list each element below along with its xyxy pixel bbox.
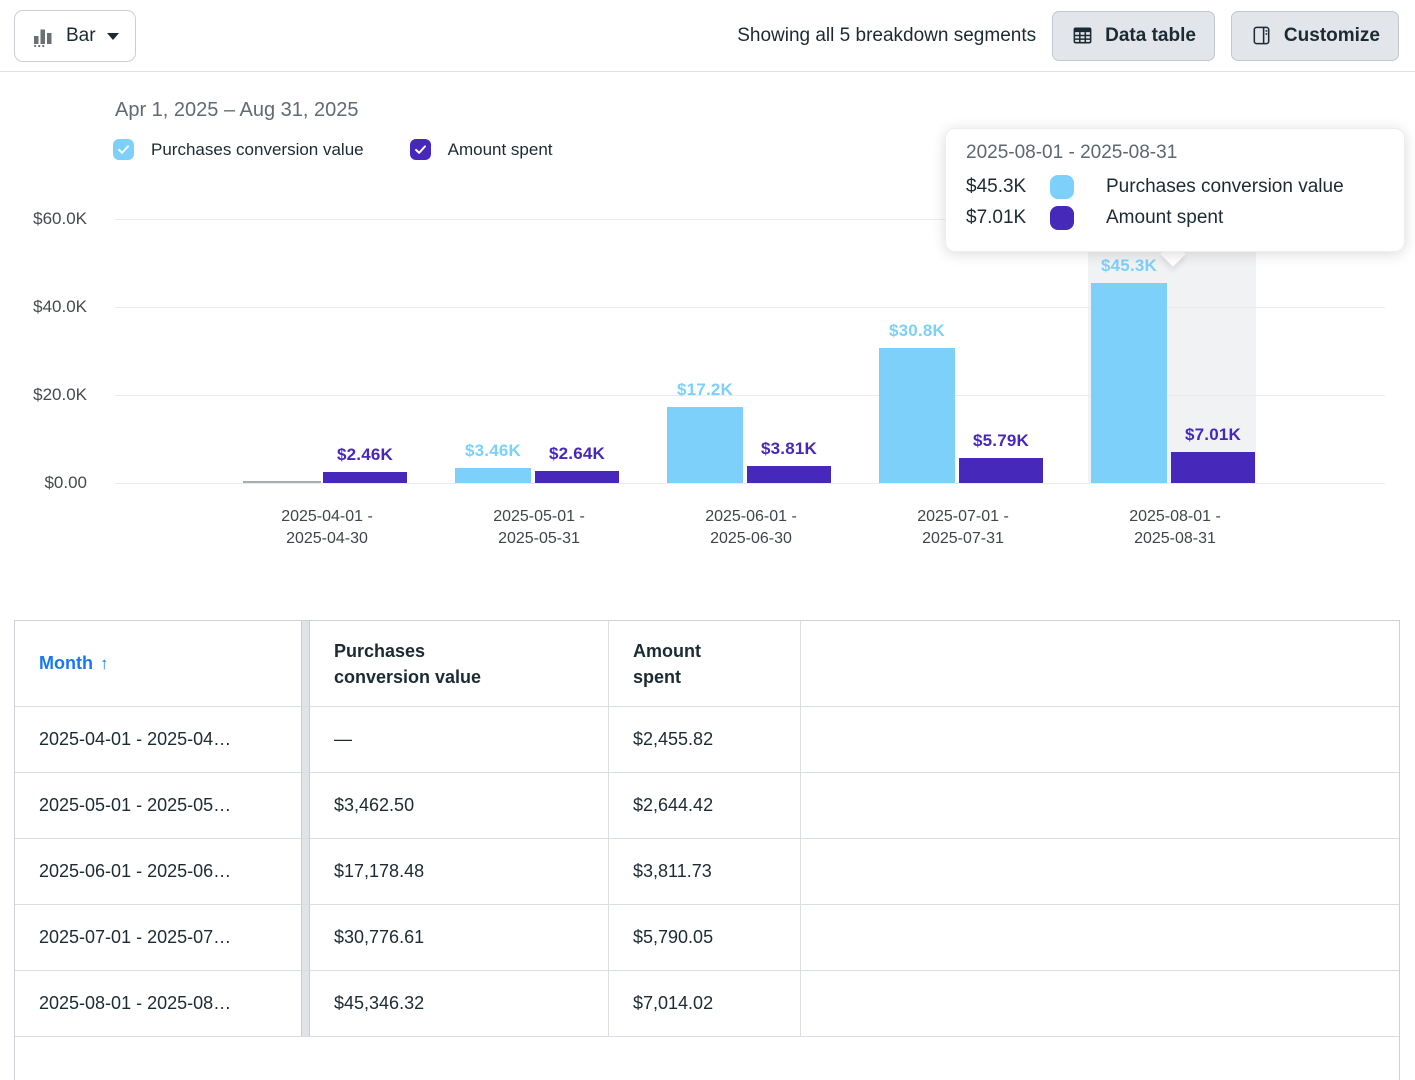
- cell-empty: [800, 971, 1399, 1037]
- y-axis-tick-label: $40.0K: [0, 297, 87, 317]
- purchases-conversion-value-bar[interactable]: [1091, 283, 1167, 483]
- cell-amount-spent: $5,790.05: [608, 905, 800, 971]
- bar-value-label: $30.8K: [852, 321, 982, 341]
- x-axis-category-label: 2025-07-01 - 2025-07-31: [857, 506, 1069, 550]
- bar-value-label: $3.81K: [724, 439, 854, 459]
- purchases-conversion-value-bar[interactable]: [879, 348, 955, 483]
- series-swatch: [1050, 175, 1074, 199]
- amount-spent-bar[interactable]: [747, 466, 831, 483]
- breakdown-status-text: Showing all 5 breakdown segments: [737, 25, 1036, 47]
- x-axis-category-label: 2025-06-01 - 2025-06-30: [645, 506, 857, 550]
- bar-value-label: $2.64K: [512, 444, 642, 464]
- tooltip-value: $45.3K: [966, 176, 1050, 198]
- column-resize-handle[interactable]: [301, 773, 310, 839]
- amount-spent-bar[interactable]: [1171, 452, 1255, 483]
- cell-amount-spent: $3,811.73: [608, 839, 800, 905]
- ads-insights-chart-page: { "toolbar": { "chart_type": {"label": "…: [0, 0, 1415, 1080]
- bar-value-label: $7.01K: [1148, 425, 1278, 445]
- y-axis-tick-label: $0.00: [0, 473, 87, 493]
- x-axis-category-label: 2025-04-01 - 2025-04-30: [221, 506, 433, 550]
- column-resize-handle[interactable]: [301, 839, 310, 905]
- tooltip-value: $7.01K: [966, 207, 1050, 229]
- amount-spent-bar[interactable]: [535, 471, 619, 483]
- tooltip-series-label: Amount spent: [1106, 207, 1223, 229]
- chart-type-dropdown[interactable]: Bar: [14, 10, 136, 62]
- bar-value-label: $2.46K: [300, 445, 430, 465]
- tooltip-title: 2025-08-01 - 2025-08-31: [966, 142, 1384, 164]
- column-resize-handle[interactable]: [301, 707, 310, 773]
- tooltip-series-label: Purchases conversion value: [1106, 176, 1344, 198]
- sort-ascending-icon: ↑: [100, 654, 109, 674]
- gridline: [115, 307, 1385, 308]
- column-resize-handle[interactable]: [301, 621, 310, 707]
- amount-spent-bar[interactable]: [959, 458, 1043, 483]
- column-resize-handle[interactable]: [301, 971, 310, 1037]
- bar-chart-icon: [31, 24, 55, 48]
- cell-purchases-conversion-value: $17,178.48: [310, 839, 608, 905]
- table-grid-icon: [1071, 24, 1094, 47]
- column-resize-handle[interactable]: [301, 905, 310, 971]
- bar-value-label: $5.79K: [936, 431, 1066, 451]
- series-swatch: [1050, 206, 1074, 230]
- customize-panel-icon: [1250, 24, 1273, 47]
- gridline: [115, 483, 1385, 484]
- column-header-month[interactable]: Month ↑: [15, 621, 301, 707]
- column-header-purchases-conversion-value[interactable]: Purchases conversion value: [310, 621, 608, 707]
- chevron-down-icon: [107, 33, 119, 40]
- x-axis-category-label: 2025-05-01 - 2025-05-31: [433, 506, 645, 550]
- chart-type-label: Bar: [66, 25, 96, 47]
- bar-value-label: $17.2K: [640, 380, 770, 400]
- cell-purchases-conversion-value: $3,462.50: [310, 773, 608, 839]
- cell-amount-spent: $7,014.02: [608, 971, 800, 1037]
- cell-month: 2025-07-01 - 2025-07…: [15, 905, 301, 971]
- tooltip-row: $45.3K Purchases conversion value: [966, 171, 1384, 202]
- chart-tooltip: 2025-08-01 - 2025-08-31 $45.3K Purchases…: [945, 128, 1405, 252]
- cell-month: 2025-04-01 - 2025-04…: [15, 707, 301, 773]
- y-axis-tick-label: $60.0K: [0, 209, 87, 229]
- column-header-empty: [800, 621, 1399, 707]
- amount-spent-bar[interactable]: [323, 472, 407, 483]
- cell-purchases-conversion-value: —: [310, 707, 608, 773]
- cell-empty: [800, 839, 1399, 905]
- tooltip-row: $7.01K Amount spent: [966, 202, 1384, 233]
- zero-value-bar[interactable]: [243, 481, 321, 483]
- cell-month: 2025-06-01 - 2025-06…: [15, 839, 301, 905]
- chart-section: Apr 1, 2025 – Aug 31, 2025 Purchases con…: [0, 73, 1415, 620]
- data-table-button-label: Data table: [1105, 25, 1196, 47]
- column-header-amount-spent[interactable]: Amount spent: [608, 621, 800, 707]
- purchases-conversion-value-bar[interactable]: [455, 468, 531, 483]
- x-axis-category-label: 2025-08-01 - 2025-08-31: [1069, 506, 1281, 550]
- cell-month: 2025-08-01 - 2025-08…: [15, 971, 301, 1037]
- cell-empty: [800, 773, 1399, 839]
- y-axis-tick-label: $20.0K: [0, 385, 87, 405]
- breakdown-data-table: Month ↑ Purchases conversion value Amoun…: [14, 620, 1400, 1080]
- cell-empty: [800, 905, 1399, 971]
- table-empty-area: [15, 1037, 1399, 1077]
- customize-button[interactable]: Customize: [1231, 11, 1399, 61]
- toolbar: Bar Showing all 5 breakdown segments Dat…: [0, 0, 1415, 72]
- cell-amount-spent: $2,455.82: [608, 707, 800, 773]
- cell-month: 2025-05-01 - 2025-05…: [15, 773, 301, 839]
- cell-purchases-conversion-value: $45,346.32: [310, 971, 608, 1037]
- data-table-button[interactable]: Data table: [1052, 11, 1215, 61]
- cell-empty: [800, 707, 1399, 773]
- customize-button-label: Customize: [1284, 25, 1380, 47]
- cell-amount-spent: $2,644.42: [608, 773, 800, 839]
- cell-purchases-conversion-value: $30,776.61: [310, 905, 608, 971]
